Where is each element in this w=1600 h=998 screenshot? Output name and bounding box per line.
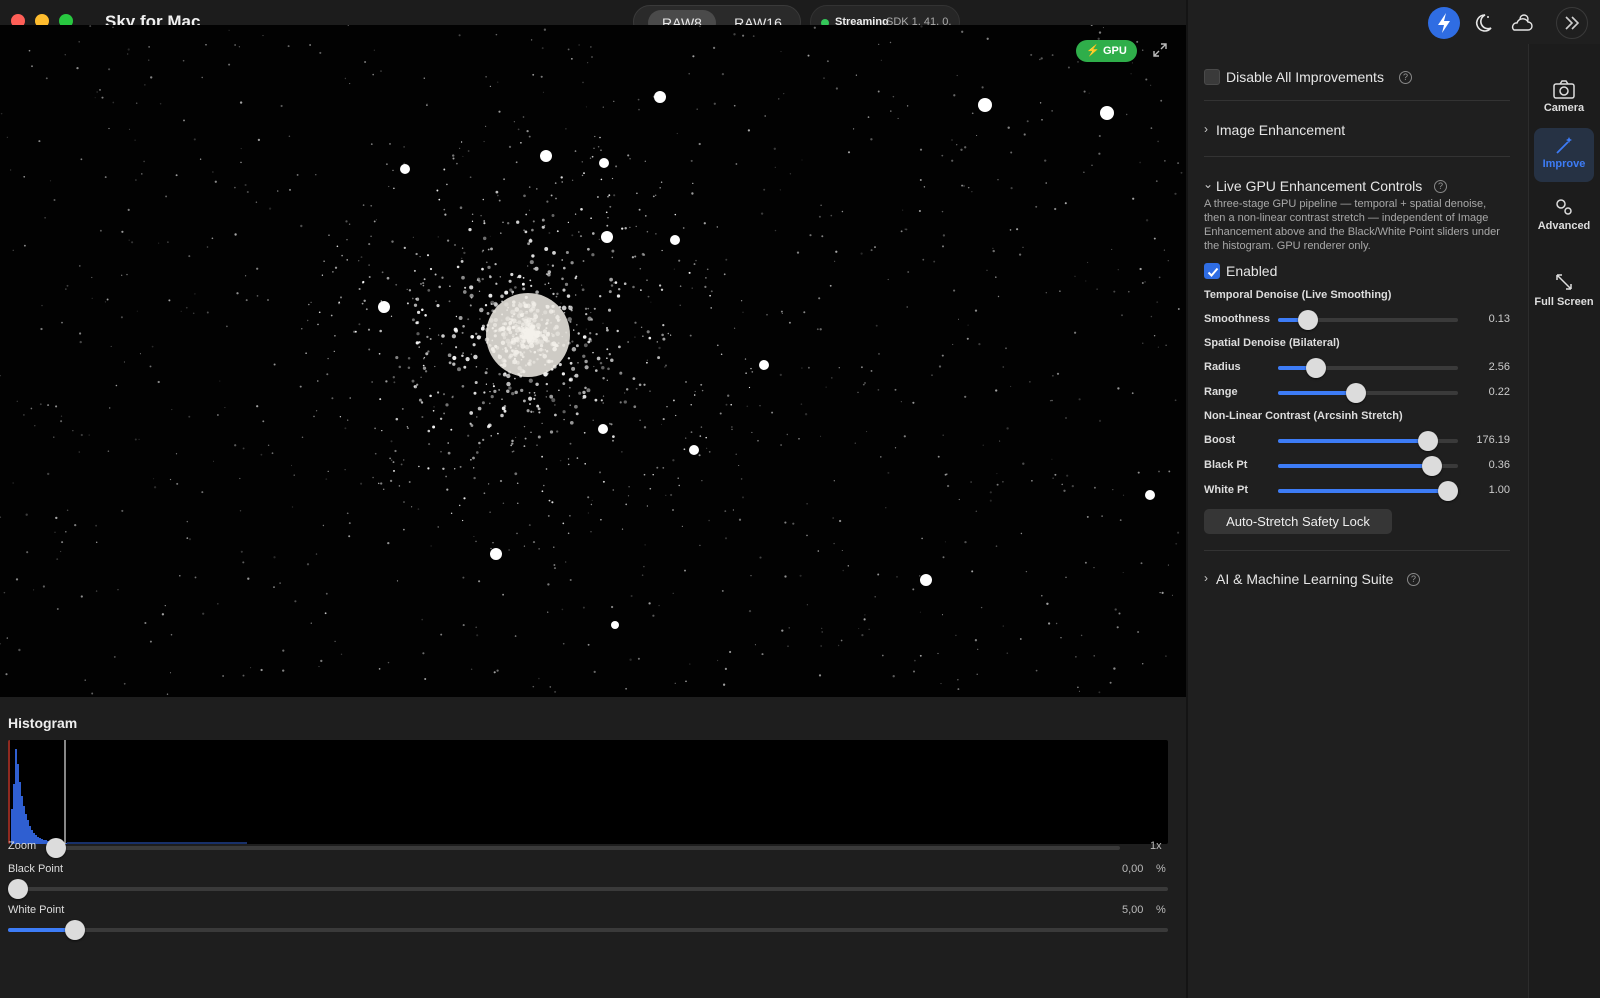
magic-wand-icon xyxy=(1556,137,1572,154)
gpu-badge: ⚡ GPU xyxy=(1076,40,1137,62)
image-enhancement-header[interactable]: Image Enhancement xyxy=(1216,122,1345,138)
black-pt-slider-knob[interactable] xyxy=(1422,456,1442,476)
range-slider-knob[interactable] xyxy=(1346,383,1366,403)
smoothness-label: Smoothness xyxy=(1204,313,1271,325)
expand-icon[interactable] xyxy=(1152,42,1168,58)
auto-stretch-button[interactable]: Auto-Stretch Safety Lock xyxy=(1204,509,1392,534)
boost-slider[interactable] xyxy=(1278,431,1458,451)
help-icon[interactable]: ? xyxy=(1434,180,1447,193)
star-cluster-image xyxy=(0,25,1183,695)
gpu-badge-label: GPU xyxy=(1102,45,1127,57)
range-value: 0.22 xyxy=(1488,386,1510,398)
cloud-sun-icon[interactable] xyxy=(1506,7,1538,39)
white-point-slider[interactable] xyxy=(8,920,1168,940)
rail-item-label: Advanced xyxy=(1537,220,1591,232)
moon-icon[interactable] xyxy=(1466,7,1498,39)
white-pt-slider[interactable] xyxy=(1278,481,1458,501)
radius-slider[interactable] xyxy=(1278,358,1458,378)
black-pt-label: Black Pt xyxy=(1204,459,1248,471)
white-pt-value: 1.00 xyxy=(1488,484,1510,496)
histogram-graph xyxy=(8,740,247,844)
zoom-value: 1x xyxy=(1150,840,1162,852)
white-point-unit: % xyxy=(1156,904,1166,916)
black-pt-value: 0.36 xyxy=(1488,459,1510,471)
rail-item-label: Camera xyxy=(1543,102,1585,114)
white-pt-label: White Pt xyxy=(1204,484,1248,496)
section-divider xyxy=(1204,100,1510,101)
chevron-right-icon[interactable]: › xyxy=(1204,122,1208,136)
histogram-title: Histogram xyxy=(8,715,78,731)
slider-fill xyxy=(1278,464,1432,468)
zoom-label: Zoom xyxy=(8,840,37,852)
rail-item-advanced[interactable]: Advanced xyxy=(1534,190,1594,244)
settings-panel xyxy=(1188,0,1528,998)
ai-suite-header[interactable]: AI & Machine Learning Suite xyxy=(1216,571,1393,587)
boost-label: Boost xyxy=(1204,434,1236,446)
temporal-denoise-heading: Temporal Denoise (Live Smoothing) xyxy=(1204,289,1392,301)
range-slider[interactable] xyxy=(1278,383,1458,403)
white-point-slider-knob[interactable] xyxy=(65,920,85,940)
slider-fill xyxy=(1278,489,1448,493)
rail-item-label: Improve xyxy=(1542,158,1586,170)
smoothness-slider[interactable] xyxy=(1278,310,1458,330)
black-point-value: 0,00 xyxy=(1122,863,1144,875)
chevron-down-icon[interactable]: ⌄ xyxy=(1203,177,1213,191)
radius-label: Radius xyxy=(1204,361,1241,373)
rail-item-improve[interactable]: Improve xyxy=(1534,128,1594,182)
black-pt-slider[interactable] xyxy=(1278,456,1458,476)
help-icon[interactable]: ? xyxy=(1407,573,1420,586)
side-rail xyxy=(1528,44,1600,998)
white-pt-slider-knob[interactable] xyxy=(1438,481,1458,501)
boost-slider-knob[interactable] xyxy=(1418,431,1438,451)
white-point-label: White Point xyxy=(8,904,65,916)
enabled-checkbox[interactable] xyxy=(1204,263,1220,279)
gears-icon xyxy=(1556,199,1572,215)
live-gpu-header[interactable]: Live GPU Enhancement Controls xyxy=(1216,178,1422,194)
smoothness-slider-knob[interactable] xyxy=(1298,310,1318,330)
white-point-value: 5,00 xyxy=(1122,904,1144,916)
enabled-label: Enabled xyxy=(1226,263,1278,279)
histogram-plot xyxy=(8,740,1168,844)
chevron-right-icon[interactable]: › xyxy=(1204,571,1208,585)
black-point-slider[interactable] xyxy=(8,879,1168,899)
bolt-icon[interactable] xyxy=(1428,7,1460,39)
rail-item-label: Full Screen xyxy=(1534,296,1594,308)
slider-fill xyxy=(1278,391,1356,395)
expand-arrows-icon xyxy=(1556,274,1572,290)
contrast-heading: Non-Linear Contrast (Arcsinh Stretch) xyxy=(1204,410,1403,422)
radius-value: 2.56 xyxy=(1488,361,1510,373)
black-point-slider-knob[interactable] xyxy=(8,879,28,899)
radius-slider-knob[interactable] xyxy=(1306,358,1326,378)
rail-item-full-screen[interactable]: Full Screen xyxy=(1534,266,1594,320)
disable-all-label: Disable All Improvements xyxy=(1226,69,1384,85)
mode-toolbar xyxy=(1188,0,1600,44)
disable-all-checkbox[interactable] xyxy=(1204,69,1220,85)
smoothness-value: 0.13 xyxy=(1488,313,1510,325)
zoom-slider-knob[interactable] xyxy=(46,838,66,858)
range-label: Range xyxy=(1204,386,1238,398)
boost-value: 176.19 xyxy=(1476,434,1510,446)
checkmark-icon xyxy=(1207,267,1219,277)
section-divider xyxy=(1204,550,1510,551)
chevrons-right-icon[interactable] xyxy=(1556,7,1588,39)
image-viewer[interactable]: ⚡ GPU xyxy=(0,25,1186,697)
black-point-label: Black Point xyxy=(8,863,64,875)
zoom-slider[interactable] xyxy=(46,838,1120,858)
help-icon[interactable]: ? xyxy=(1399,71,1412,84)
live-gpu-description: A three-stage GPU pipeline — temporal + … xyxy=(1204,198,1500,252)
black-point-unit: % xyxy=(1156,863,1166,875)
bolt-icon: ⚡ xyxy=(1086,45,1100,57)
camera-icon xyxy=(1553,80,1575,99)
spatial-denoise-heading: Spatial Denoise (Bilateral) xyxy=(1204,337,1340,349)
histogram-bars xyxy=(11,749,247,844)
slider-fill xyxy=(1278,439,1428,443)
section-divider xyxy=(1204,156,1510,157)
rail-item-camera[interactable]: Camera xyxy=(1534,72,1594,126)
histogram-panel: Histogram Zoom 1x Black Point 0,00 % Whi… xyxy=(0,697,1186,998)
